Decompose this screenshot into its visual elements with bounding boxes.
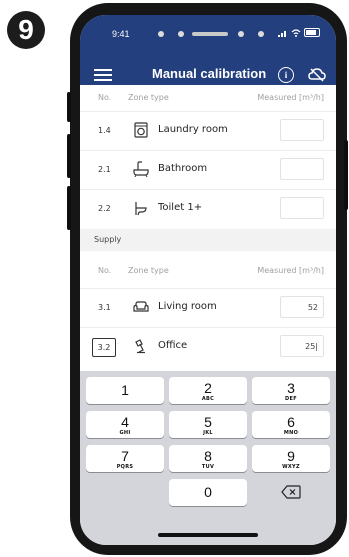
zone-number: 1.4 [98, 126, 111, 135]
table-header: No. Zone type Measured [m³/h] [80, 85, 336, 111]
camera-dot [178, 31, 184, 37]
section-title: Supply [94, 235, 122, 244]
table-row: 2.1 Bathroom [80, 150, 336, 190]
key-letters: DEF [285, 396, 297, 402]
toilet-icon [135, 202, 147, 216]
key-digit: 0 [204, 484, 212, 500]
zone-number: 3.1 [98, 303, 111, 312]
key-0[interactable]: 0 [169, 479, 247, 506]
key-digit: 8 [204, 448, 212, 464]
column-no: No. [98, 93, 112, 102]
speaker-grille [192, 32, 228, 36]
home-indicator[interactable] [158, 533, 258, 537]
key-6[interactable]: 6 MNO [252, 411, 330, 438]
key-5[interactable]: 5 JKL [169, 411, 247, 438]
key-2[interactable]: 2 ABC [169, 377, 247, 404]
key-9[interactable]: 9 WXYZ [252, 445, 330, 472]
zone-name: Bathroom [158, 163, 208, 174]
status-icons [278, 28, 320, 37]
numeric-keypad: 1 2 ABC 3 DEF 4 GHI 5 JKL 6 MNO 7 PQRS 8… [80, 371, 336, 545]
key-digit: 5 [204, 414, 212, 430]
step-badge: 9 [7, 11, 45, 49]
key-digit: 3 [287, 380, 295, 396]
measured-input[interactable]: 52 [280, 296, 324, 318]
column-measured: Measured [m³/h] [257, 266, 324, 275]
key-4[interactable]: 4 GHI [86, 411, 164, 438]
key-letters: PQRS [116, 464, 134, 470]
section-header-supply: Supply [80, 229, 336, 251]
key-digit: 9 [287, 448, 295, 464]
key-letters: WXYZ [282, 464, 300, 470]
backspace-icon [281, 485, 301, 499]
wifi-icon [291, 28, 301, 37]
column-no: No. [98, 266, 112, 275]
camera-dot [258, 31, 264, 37]
table-row: 2.2 Toilet 1+ [80, 189, 336, 229]
key-letters: MNO [283, 430, 299, 436]
zone-name: Living room [158, 301, 217, 312]
zone-number: 2.1 [98, 165, 111, 174]
sofa-icon [133, 301, 149, 312]
key-letters: ABC [201, 396, 215, 402]
key-letters: GHI [119, 430, 131, 436]
zone-number: 2.2 [98, 204, 111, 213]
signal-icon [278, 30, 286, 37]
phone-volume-down-button [67, 186, 71, 230]
bathtub-icon [133, 161, 149, 177]
key-3[interactable]: 3 DEF [252, 377, 330, 404]
key-digit: 1 [121, 382, 129, 398]
zone-name: Office [158, 340, 188, 351]
camera-dot [238, 31, 244, 37]
column-zone-type: Zone type [128, 266, 169, 275]
key-digit: 6 [287, 414, 295, 430]
table-row: 3.2 Office 25| [80, 327, 336, 367]
key-letters: TUV [201, 464, 215, 470]
key-digit: 7 [121, 448, 129, 464]
phone-screen: 9:41 Manual calibration i No. Zone type … [80, 15, 336, 545]
battery-icon [304, 28, 320, 37]
phone-volume-up-button [67, 134, 71, 178]
zone-name: Toilet 1+ [158, 202, 203, 213]
column-measured: Measured [m³/h] [257, 93, 324, 102]
column-zone-type: Zone type [128, 93, 169, 102]
key-7[interactable]: 7 PQRS [86, 445, 164, 472]
table-row: 3.1 Living room 52 [80, 288, 336, 328]
camera-notch [138, 23, 278, 49]
washing-machine-icon [134, 122, 148, 138]
menu-icon[interactable] [94, 69, 112, 84]
measured-input[interactable] [280, 197, 324, 219]
key-8[interactable]: 8 TUV [169, 445, 247, 472]
delete-key[interactable] [252, 479, 330, 506]
key-digit: 4 [121, 414, 129, 430]
key-digit: 2 [204, 380, 212, 396]
key-letters: JKL [203, 430, 213, 436]
phone-mute-button [67, 92, 71, 122]
measured-input[interactable] [280, 158, 324, 180]
desk-lamp-icon [135, 339, 145, 354]
measured-input[interactable] [280, 119, 324, 141]
sync-off-icon[interactable] [308, 67, 326, 83]
measured-input-active[interactable]: 25| [280, 335, 324, 357]
zone-name: Laundry room [158, 124, 228, 135]
info-icon[interactable]: i [278, 67, 294, 83]
phone-power-button [344, 140, 348, 210]
key-1[interactable]: 1 [86, 377, 164, 404]
zone-number-selected: 3.2 [92, 338, 116, 357]
camera-dot [158, 31, 164, 37]
table-row: 1.4 Laundry room [80, 111, 336, 151]
page-title: Manual calibration [152, 66, 267, 81]
table-header: No. Zone type Measured [m³/h] [80, 258, 336, 284]
status-time: 9:41 [112, 29, 130, 39]
